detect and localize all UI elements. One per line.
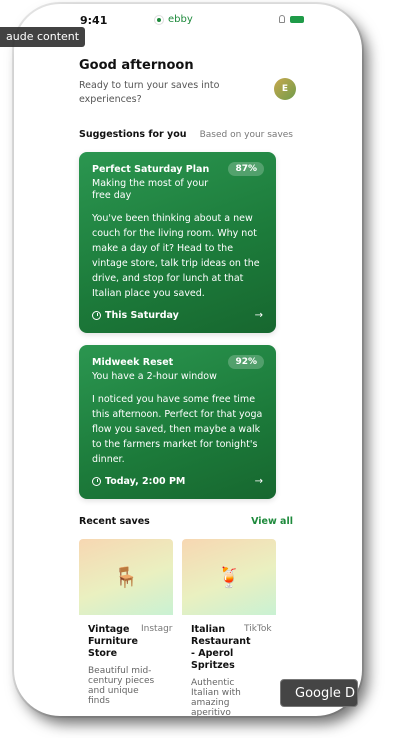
save-thumbnail: 🪑 [79,539,173,615]
card-subtitle: Making the most of your free day [92,178,209,201]
card-body: You've been thinking about a new couch f… [92,213,260,299]
card-when-label: Today, 2:00 PM [105,476,186,487]
save-source: TikTok [244,624,272,634]
recent-header: Recent saves View all [79,516,293,527]
save-thumbnail: 🍹 [182,539,276,615]
save-card[interactable]: 🍹 Italian Restaurant - Aperol Spritzes T… [182,539,276,716]
suggestions-header: Suggestions for you Based on your saves [79,129,293,140]
greeting-title: Good afternoon [79,58,194,73]
match-badge: 92% [228,355,264,369]
card-when: Today, 2:00 PM [92,476,185,487]
app-logo: ebby [154,14,193,25]
avatar[interactable]: E [274,78,296,100]
app-name: ebby [168,14,193,25]
recent-title: Recent saves [79,516,150,527]
bell-icon [279,15,285,23]
phone-frame: 9:41 ebby Good afternoon Ready to turn y… [14,4,362,716]
cocktail-icon: 🍹 [216,565,242,589]
content-overlay-label: aude content [0,27,86,47]
battery-icon [290,15,304,23]
clock-icon [92,477,101,486]
save-info: Vintage Furniture Store Instagram Beauti… [79,615,173,706]
match-badge: 87% [228,162,264,176]
google-overlay-button[interactable]: Google D [280,679,358,707]
save-card[interactable]: 🪑 Vintage Furniture Store Instagram Beau… [79,539,173,716]
suggestion-card[interactable]: Midweek Reset 92% You have a 2-hour wind… [79,345,276,499]
recent-saves-list: 🪑 Vintage Furniture Store Instagram Beau… [79,539,293,716]
card-footer: Today, 2:00 PM → [92,476,263,487]
save-description: Authentic Italian with amazing aperitivo [191,678,241,716]
card-footer: This Saturday → [92,310,263,321]
greeting-subtitle: Ready to turn your saves into experience… [79,80,220,105]
logo-dot-icon [154,14,164,25]
save-description: Beautiful mid-century pieces and unique … [88,666,155,706]
arrow-right-icon[interactable]: → [255,476,263,487]
save-title: Italian Restaurant - Aperol Spritzes [191,624,251,671]
status-time: 9:41 [80,14,108,27]
save-title: Vintage Furniture Store [88,624,138,659]
home-screen: Good afternoon Ready to turn your saves … [79,50,296,716]
suggestion-card[interactable]: Perfect Saturday Plan 87% Making the mos… [79,152,276,333]
card-when-label: This Saturday [105,310,179,321]
view-all-link[interactable]: View all [251,516,293,527]
save-source: Instagram [141,624,173,634]
card-body: I noticed you have some free time this a… [92,394,263,465]
card-when: This Saturday [92,310,179,321]
status-icons [279,15,304,23]
arrow-right-icon[interactable]: → [255,310,263,321]
clock-icon [92,311,101,320]
card-subtitle: You have a 2-hour window [92,371,217,382]
chair-icon: 🪑 [113,565,139,589]
suggestions-meta: Based on your saves [199,130,293,140]
save-info: Italian Restaurant - Aperol Spritzes Tik… [182,615,276,716]
suggestions-title: Suggestions for you [79,129,187,140]
